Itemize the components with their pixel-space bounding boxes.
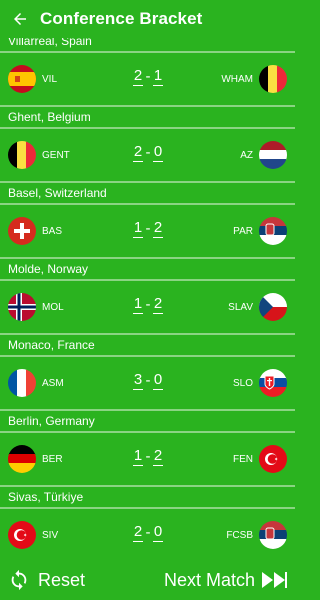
score-group: 1-2 bbox=[133, 447, 163, 466]
match-location: Berlin, Germany bbox=[8, 414, 95, 428]
score-group: 3-0 bbox=[133, 371, 163, 390]
away-score-field[interactable]: 0 bbox=[153, 143, 163, 162]
away-score-field[interactable]: 2 bbox=[153, 447, 163, 466]
home-score-field[interactable]: 1 bbox=[133, 295, 143, 314]
home-score-field[interactable]: 1 bbox=[133, 447, 143, 466]
app-bar: Conference Bracket bbox=[0, 0, 295, 38]
belgium-flag-icon bbox=[259, 65, 287, 93]
match-location: Ghent, Belgium bbox=[8, 110, 91, 124]
away-score-field[interactable]: 0 bbox=[153, 523, 163, 542]
away-team-code: PAR bbox=[233, 226, 253, 237]
netherlands-flag-icon bbox=[259, 141, 287, 169]
score-group: 1-2 bbox=[133, 219, 163, 238]
match-row: GENT 2-0 AZ bbox=[0, 127, 295, 183]
score-separator: - bbox=[145, 296, 151, 313]
reset-label: Reset bbox=[38, 569, 86, 590]
home-team-code: VIL bbox=[42, 74, 58, 85]
score-separator: - bbox=[145, 448, 151, 465]
turkey-flag-icon bbox=[8, 521, 36, 549]
away-team-code: SLAV bbox=[228, 302, 253, 313]
score-separator: - bbox=[145, 220, 151, 237]
home-team-code: MOL bbox=[42, 302, 64, 313]
away-team-code: AZ bbox=[240, 150, 253, 161]
match-row: MOL 1-2 SLAV bbox=[0, 279, 295, 335]
slovakia-flag-icon bbox=[259, 369, 287, 397]
match-row: VIL 2-1 WHAM bbox=[0, 51, 295, 107]
match-location: Sivas, Türkiye bbox=[8, 490, 84, 504]
belgium-flag-icon bbox=[8, 141, 36, 169]
footer-bar: Reset Next Match bbox=[0, 560, 295, 600]
score-group: 1-2 bbox=[133, 295, 163, 314]
score-separator: - bbox=[145, 372, 151, 389]
away-team-code: FCSB bbox=[226, 530, 253, 541]
score-group: 2-0 bbox=[133, 523, 163, 542]
fast-forward-icon bbox=[262, 572, 287, 588]
serbia-flag-icon bbox=[259, 521, 287, 549]
reset-button[interactable]: Reset bbox=[8, 569, 85, 591]
score-group: 2-0 bbox=[133, 143, 163, 162]
home-team-code: GENT bbox=[42, 150, 70, 161]
turkey-flag-icon bbox=[259, 445, 287, 473]
refresh-icon bbox=[11, 569, 27, 591]
page-title: Conference Bracket bbox=[40, 9, 203, 28]
away-team-code: SLO bbox=[232, 378, 253, 389]
home-team-code: ASM bbox=[42, 378, 64, 389]
match-location: Molde, Norway bbox=[8, 262, 89, 276]
match-row: BER 1-2 FEN bbox=[0, 431, 295, 487]
home-score-field[interactable]: 2 bbox=[133, 67, 143, 86]
away-score-field[interactable]: 1 bbox=[153, 67, 163, 86]
serbia-flag-icon bbox=[259, 217, 287, 245]
back-arrow-icon[interactable] bbox=[0, 0, 40, 38]
czech-flag-icon bbox=[259, 293, 287, 321]
away-score-field[interactable]: 2 bbox=[153, 219, 163, 238]
match-location: Villarreal, Spain bbox=[8, 38, 92, 48]
home-score-field[interactable]: 1 bbox=[133, 219, 143, 238]
away-score-field[interactable]: 0 bbox=[153, 371, 163, 390]
spain-flag-icon bbox=[8, 65, 36, 93]
away-team-code: WHAM bbox=[221, 74, 253, 85]
matches-container: Villarreal, Spain VIL 2-1 WHAM Ghent, Belgiu… bbox=[0, 38, 295, 560]
home-team-code: SIV bbox=[42, 530, 59, 541]
germany-flag-icon bbox=[8, 445, 36, 473]
next-match-label: Next Match bbox=[163, 569, 255, 590]
match-row: BAS 1-2 PAR bbox=[0, 203, 295, 259]
next-match-button[interactable]: Next Match bbox=[164, 570, 287, 591]
score-separator: - bbox=[145, 524, 151, 541]
score-separator: - bbox=[145, 144, 151, 161]
match-row: ASM 3-0 SLO bbox=[0, 355, 295, 411]
score-group: 2-1 bbox=[133, 67, 163, 86]
home-team-code: BAS bbox=[42, 226, 63, 237]
score-separator: - bbox=[145, 68, 151, 85]
norway-flag-icon bbox=[8, 293, 36, 321]
away-score-field[interactable]: 2 bbox=[153, 295, 163, 314]
home-score-field[interactable]: 3 bbox=[133, 371, 143, 390]
home-score-field[interactable]: 2 bbox=[133, 523, 143, 542]
match-location: Basel, Switzerland bbox=[8, 186, 107, 200]
match-row: SIV 2-0 FCSB bbox=[0, 507, 295, 560]
france-flag-icon bbox=[8, 369, 36, 397]
home-team-code: BER bbox=[42, 454, 63, 465]
home-score-field[interactable]: 2 bbox=[133, 143, 143, 162]
switzerland-flag-icon bbox=[8, 217, 36, 245]
match-list[interactable]: Villarreal, Spain VIL 2-1 WHAM Ghent, Belgiu… bbox=[0, 38, 295, 560]
away-team-code: FEN bbox=[233, 454, 253, 465]
match-location: Monaco, France bbox=[8, 338, 95, 352]
